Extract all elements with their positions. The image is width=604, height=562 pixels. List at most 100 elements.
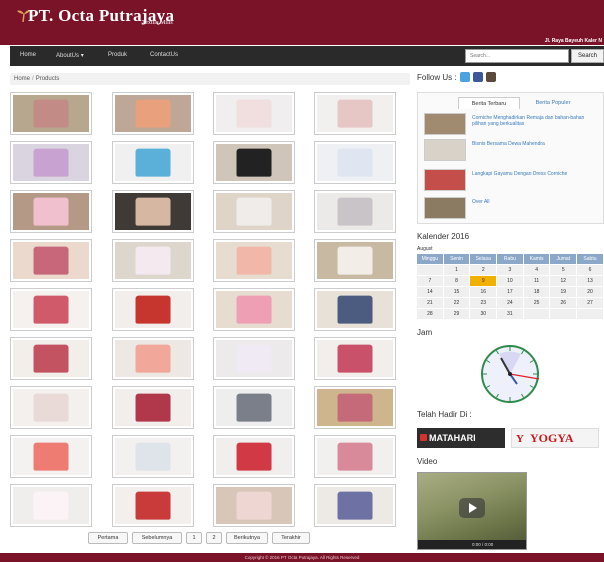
product-thumbnail[interactable]	[314, 484, 396, 527]
facebook-icon[interactable]	[472, 72, 483, 82]
product-thumbnail[interactable]	[213, 141, 295, 184]
calendar-day[interactable]: 30	[470, 309, 498, 319]
instagram-icon[interactable]	[485, 72, 496, 82]
product-thumbnail[interactable]	[10, 190, 92, 233]
calendar-day[interactable]: 14	[417, 287, 444, 297]
product-thumbnail[interactable]	[10, 239, 92, 282]
calendar-day[interactable]: 27	[577, 298, 604, 308]
product-thumbnail[interactable]	[10, 386, 92, 429]
news-post-title[interactable]: Corniche Menghadirkan Remaja dan bahan-b…	[472, 115, 599, 127]
garment-image	[135, 442, 171, 471]
news-post[interactable]: Langkapi Gayamu Dengan Dress Corniche	[424, 169, 599, 191]
calendar-day[interactable]: 1	[443, 265, 471, 275]
product-thumbnail[interactable]	[112, 92, 194, 135]
product-thumbnail[interactable]	[213, 92, 295, 135]
product-thumbnail[interactable]	[10, 92, 92, 135]
calendar-day[interactable]: 25	[523, 298, 551, 308]
product-thumbnail[interactable]	[213, 239, 295, 282]
calendar-day[interactable]: 20	[577, 287, 604, 297]
calendar-day[interactable]: 8	[443, 276, 471, 286]
calendar-day[interactable]: 28	[417, 309, 444, 319]
nav-contactus[interactable]: ContactUs	[150, 52, 178, 58]
product-thumbnail[interactable]	[10, 337, 92, 380]
calendar-day[interactable]: 2	[470, 265, 498, 275]
calendar-day[interactable]: 26	[550, 298, 578, 308]
calendar-day[interactable]: 17	[497, 287, 524, 297]
calendar-day[interactable]: 23	[470, 298, 498, 308]
product-thumbnail[interactable]	[213, 337, 295, 380]
pager-page-2-button[interactable]: 2	[206, 532, 222, 544]
product-thumbnail[interactable]	[314, 435, 396, 478]
product-thumbnail[interactable]	[112, 435, 194, 478]
calendar-day[interactable]: 13	[577, 276, 604, 286]
product-thumbnail[interactable]	[213, 288, 295, 331]
product-thumbnail[interactable]	[112, 239, 194, 282]
product-thumbnail[interactable]	[314, 239, 396, 282]
pager-previous-button[interactable]: Sebelumnya	[132, 532, 182, 544]
news-post-title[interactable]: Langkapi Gayamu Dengan Dress Corniche	[472, 171, 599, 177]
calendar-day[interactable]: 29	[443, 309, 471, 319]
calendar-day[interactable]: 12	[550, 276, 578, 286]
calendar-day[interactable]: 18	[523, 287, 551, 297]
product-thumbnail[interactable]	[112, 337, 194, 380]
product-thumbnail[interactable]	[10, 141, 92, 184]
garment-image	[337, 148, 373, 177]
calendar-day[interactable]: 21	[417, 298, 444, 308]
calendar-day[interactable]: 16	[470, 287, 498, 297]
pager-first-button[interactable]: Pertama	[88, 532, 128, 544]
matahari-logo[interactable]: MATAHARI	[417, 428, 505, 448]
pager-page-1-button[interactable]: 1	[186, 532, 202, 544]
tab-berita-populer[interactable]: Berita Populer	[522, 97, 584, 109]
product-thumbnail[interactable]	[314, 92, 396, 135]
news-post[interactable]: Over All	[424, 197, 599, 219]
breadcrumb-home[interactable]: Home	[14, 76, 30, 82]
calendar-day[interactable]: 3	[497, 265, 524, 275]
nav-home[interactable]: Home	[20, 52, 36, 58]
product-thumbnail[interactable]	[213, 190, 295, 233]
calendar-day[interactable]: 7	[417, 276, 444, 286]
calendar-day[interactable]: 15	[443, 287, 471, 297]
calendar-day[interactable]: 19	[550, 287, 578, 297]
yogya-logo[interactable]: Y YOGYA	[511, 428, 599, 448]
calendar-day[interactable]: 4	[523, 265, 551, 275]
calendar-day[interactable]: 6	[577, 265, 604, 275]
calendar-day[interactable]: 24	[497, 298, 524, 308]
pager-next-button[interactable]: Berikutnya	[226, 532, 268, 544]
nav-produk[interactable]: Produk	[108, 52, 127, 58]
calendar-day[interactable]: 31	[497, 309, 524, 319]
calendar-day[interactable]: 11	[523, 276, 551, 286]
product-thumbnail[interactable]	[314, 386, 396, 429]
product-thumbnail[interactable]	[314, 288, 396, 331]
product-thumbnail[interactable]	[314, 337, 396, 380]
product-thumbnail[interactable]	[112, 141, 194, 184]
product-thumbnail[interactable]	[112, 386, 194, 429]
product-thumbnail[interactable]	[112, 190, 194, 233]
nav-aboutus[interactable]: AboutUs ▾	[56, 52, 84, 59]
calendar-day[interactable]: 9	[470, 276, 498, 286]
video-player[interactable]: 0:00 / 0:00	[417, 472, 527, 550]
news-post[interactable]: Corniche Menghadirkan Remaja dan bahan-b…	[424, 113, 599, 135]
twitter-icon[interactable]	[459, 72, 470, 82]
search-button[interactable]: Search	[571, 49, 604, 63]
product-thumbnail[interactable]	[10, 288, 92, 331]
pager-last-button[interactable]: Terakhir	[272, 532, 310, 544]
product-thumbnail[interactable]	[213, 386, 295, 429]
news-post-title[interactable]: Over All	[472, 199, 599, 205]
product-thumbnail[interactable]	[112, 288, 194, 331]
news-post-title[interactable]: Bisnis Bersama Dewa Mahendra	[472, 141, 599, 147]
tab-berita-terbaru[interactable]: Berita Terbaru	[458, 97, 520, 109]
product-thumbnail[interactable]	[213, 435, 295, 478]
play-button[interactable]	[459, 498, 485, 518]
video-controls[interactable]: 0:00 / 0:00	[418, 540, 526, 549]
calendar-day[interactable]: 22	[443, 298, 471, 308]
product-thumbnail[interactable]	[112, 484, 194, 527]
calendar-day[interactable]: 5	[550, 265, 578, 275]
product-thumbnail[interactable]	[314, 141, 396, 184]
news-post[interactable]: Bisnis Bersama Dewa Mahendra	[424, 139, 599, 161]
calendar-day[interactable]: 10	[497, 276, 524, 286]
search-input[interactable]	[465, 49, 569, 63]
product-thumbnail[interactable]	[213, 484, 295, 527]
product-thumbnail[interactable]	[10, 435, 92, 478]
product-thumbnail[interactable]	[314, 190, 396, 233]
product-thumbnail[interactable]	[10, 484, 92, 527]
